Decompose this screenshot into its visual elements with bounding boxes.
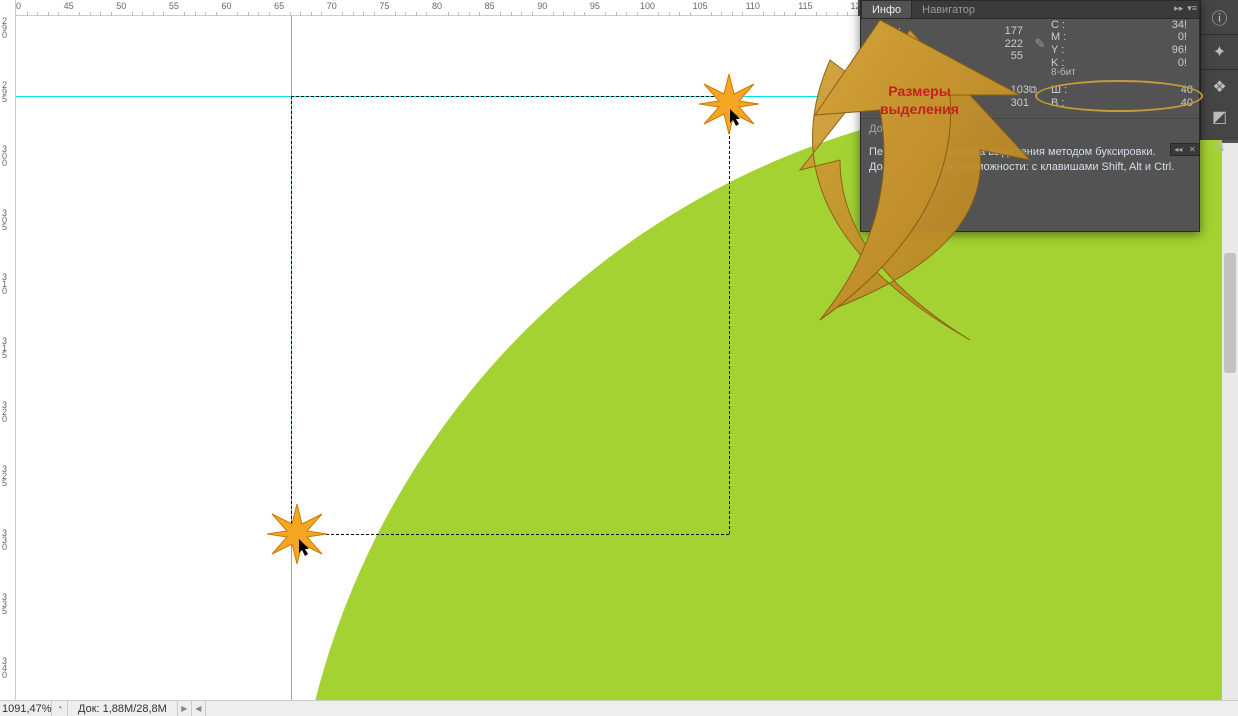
ruler-tick-label: 310 bbox=[2, 274, 7, 296]
panel-collapse-icon[interactable]: ▸▸ bbox=[1174, 3, 1183, 14]
tab-navigator[interactable]: Навигатор bbox=[912, 1, 985, 18]
ruler-tick-label: 85 bbox=[485, 0, 495, 11]
cursor-icon bbox=[730, 109, 744, 127]
highlight-oval bbox=[1035, 80, 1203, 112]
selection-edge-top bbox=[291, 96, 729, 97]
panel-undock-controls[interactable]: ◂◂ ✕ bbox=[1170, 143, 1200, 156]
ruler-tick-label: 315 bbox=[2, 338, 7, 360]
ruler-tick-label: 80 bbox=[432, 0, 442, 11]
text-icon[interactable]: A bbox=[1205, 134, 1235, 160]
ruler-tick-label: 295 bbox=[2, 82, 7, 104]
ruler-tick-label: 105 bbox=[693, 0, 708, 11]
collapse-icon[interactable]: ◂◂ bbox=[1174, 145, 1182, 154]
doc-size-info: Док: 1,88M/28,8M bbox=[861, 118, 1199, 139]
ruler-tick-label: 100 bbox=[640, 0, 655, 11]
ruler-tick-label: 110 bbox=[746, 0, 760, 11]
rgb-values: R :177 G :222 B :55 bbox=[887, 23, 1029, 65]
ruler-tick-label: 45 bbox=[64, 0, 74, 11]
selection-edge-bottom bbox=[291, 534, 729, 535]
ruler-tick-label: 60 bbox=[221, 0, 231, 11]
eyedropper-icon: ✎ bbox=[1029, 23, 1051, 65]
ruler-tick-label: 335 bbox=[2, 594, 7, 616]
ruler-left: 290 295 300 305 310 315 320 325 330 335 340 bbox=[0, 0, 16, 700]
ruler-tick-label: 90 bbox=[537, 0, 547, 11]
xy-values: X :103 Y :301 bbox=[887, 84, 1029, 114]
ruler-tick-label: 115 bbox=[798, 0, 812, 11]
zoom-level[interactable]: 1091,47% bbox=[0, 701, 52, 716]
ruler-tick-label: 330 bbox=[2, 530, 7, 552]
ruler-tick-label: 95 bbox=[590, 0, 600, 11]
panel-tabs: Инфо Навигатор ▸▸ ▾≡ bbox=[861, 1, 1199, 19]
panel-menu-icon[interactable]: ▾≡ bbox=[1187, 3, 1197, 14]
burst-icon bbox=[267, 504, 327, 564]
ruler-tick-label: 290 bbox=[2, 18, 7, 40]
close-icon[interactable]: ✕ bbox=[1189, 145, 1196, 154]
eyedropper-icon: ✎ bbox=[865, 23, 887, 65]
proof-icon[interactable]: ◔ bbox=[52, 701, 68, 716]
status-bar: 1091,47% ◔ Док: 1,88M/28,8M ▶ ◀ bbox=[0, 700, 1238, 716]
cmyk-values: C :34! M :0! Y :96! K :0! bbox=[1051, 23, 1193, 65]
ruler-tick-label: 320 bbox=[2, 402, 7, 424]
ruler-tick-label: 65 bbox=[274, 0, 284, 11]
ruler-tick-label: 75 bbox=[379, 0, 389, 11]
tab-info[interactable]: Инфо bbox=[861, 1, 912, 18]
ruler-top: // (populated below after data load) 404… bbox=[16, 0, 858, 16]
info-rgb-cmyk-row: ✎ R :177 G :222 B :55 ✎ C :34! M :0! Y :… bbox=[861, 19, 1199, 82]
ruler-tick-label: 340 bbox=[2, 658, 7, 680]
bit-depth: 8-бит bbox=[1051, 65, 1193, 80]
compass-icon[interactable]: ✦ bbox=[1205, 39, 1235, 65]
scrollbar-vertical[interactable] bbox=[1222, 143, 1238, 700]
info-xy-wh-row: + X :103 Y :301 ⧉ Ш :40 В :40 bbox=[861, 82, 1199, 118]
ruler-tick-label: 305 bbox=[2, 210, 7, 232]
status-doc-size: Док: 1,88M/28,8M bbox=[68, 701, 178, 716]
info-icon[interactable]: ⓘ bbox=[1205, 4, 1235, 30]
cursor-icon bbox=[299, 539, 313, 557]
status-menu-icon[interactable]: ◀ bbox=[192, 701, 206, 716]
status-menu-icon[interactable]: ▶ bbox=[178, 701, 192, 716]
burst-icon bbox=[699, 74, 759, 134]
layers-icon[interactable]: ❖ bbox=[1205, 74, 1235, 100]
ruler-tick-label: 50 bbox=[116, 0, 126, 11]
side-icon-strip: ⓘ ✦ ❖ ◩ A bbox=[1200, 0, 1238, 140]
ruler-tick-label: 70 bbox=[327, 0, 337, 11]
hint-text: Перемещение контура выделения методом бу… bbox=[861, 139, 1199, 181]
crosshair-icon: + bbox=[865, 84, 887, 114]
styles-icon[interactable]: ◩ bbox=[1205, 104, 1235, 130]
selection-edge-left bbox=[291, 96, 292, 534]
info-panel: Инфо Навигатор ▸▸ ▾≡ ✎ R :177 G :222 B :… bbox=[860, 0, 1200, 232]
ruler-tick-label: 325 bbox=[2, 466, 7, 488]
selection-edge-right bbox=[729, 96, 730, 534]
bit-depth: 8-бит bbox=[887, 65, 1029, 80]
ruler-tick-label: 300 bbox=[2, 146, 7, 168]
ruler-tick-label: 55 bbox=[169, 0, 179, 11]
scrollbar-thumb[interactable] bbox=[1224, 253, 1236, 373]
